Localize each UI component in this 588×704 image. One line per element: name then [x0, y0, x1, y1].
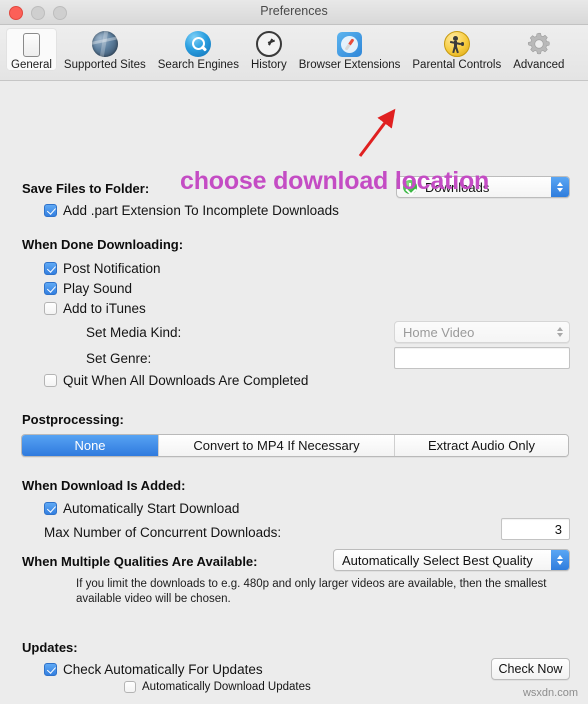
checkbox-box [44, 302, 57, 315]
tab-supported-sites[interactable]: Supported Sites [59, 28, 151, 71]
compass-puzzle-icon [336, 30, 364, 58]
quality-help-line-1: If you limit the downloads to e.g. 480p … [76, 578, 547, 590]
tab-search-engines-label: Search Engines [157, 59, 239, 71]
tab-supported-sites-label: Supported Sites [63, 59, 146, 71]
when-done-heading: When Done Downloading: [22, 237, 184, 252]
checkbox-auto-start-download[interactable]: Automatically Start Download [44, 501, 239, 516]
quality-popup[interactable]: Automatically Select Best Quality [333, 549, 570, 571]
preferences-window: Preferences General Supported Sites Sear… [0, 0, 588, 704]
checkbox-box [44, 374, 57, 387]
media-kind-value: Home Video [403, 324, 475, 340]
document-icon [17, 30, 45, 58]
quality-stepper[interactable] [551, 550, 569, 570]
segment-none[interactable]: None [22, 435, 159, 456]
checkbox-add-to-itunes[interactable]: Add to iTunes [44, 301, 146, 316]
tab-parental-controls-label: Parental Controls [412, 59, 502, 71]
parental-figure-icon [443, 30, 471, 58]
tab-history[interactable]: History [246, 28, 292, 71]
quality-value: Automatically Select Best Quality [342, 552, 533, 568]
checkbox-check-automatically[interactable]: Check Automatically For Updates [44, 662, 263, 677]
checkbox-label: Post Notification [63, 261, 161, 276]
gear-icon [525, 30, 553, 58]
checkbox-label: Play Sound [63, 281, 133, 296]
max-concurrent-input[interactable]: 3 [501, 518, 570, 540]
checkbox-box [44, 282, 57, 295]
tab-advanced-label: Advanced [513, 59, 565, 71]
window-title: Preferences [260, 4, 328, 18]
checkbox-box [44, 204, 57, 217]
checkbox-label: Quit When All Downloads Are Completed [63, 373, 309, 388]
checkbox-box [44, 663, 57, 676]
postprocessing-segmented-control[interactable]: None Convert to MP4 If Necessary Extract… [21, 434, 569, 457]
annotation-arrow-icon [358, 108, 396, 157]
checkbox-auto-download-updates[interactable]: Automatically Download Updates [124, 681, 311, 693]
globe-icon [91, 30, 119, 58]
qualities-heading: When Multiple Qualities Are Available: [22, 554, 258, 569]
checkbox-label: Add to iTunes [63, 301, 146, 316]
tab-history-label: History [250, 59, 287, 71]
updates-heading: Updates: [22, 640, 78, 655]
checkbox-label: Automatically Download Updates [142, 681, 311, 693]
checkbox-play-sound[interactable]: Play Sound [44, 281, 132, 296]
download-added-heading: When Download Is Added: [22, 478, 186, 493]
max-concurrent-label: Max Number of Concurrent Downloads: [44, 525, 282, 540]
genre-input[interactable] [394, 347, 570, 369]
media-kind-stepper[interactable] [551, 322, 569, 342]
checkbox-box [44, 502, 57, 515]
quality-help-line-2: available video will be chosen. [76, 593, 231, 605]
segment-extract-audio[interactable]: Extract Audio Only [395, 435, 568, 456]
check-now-button[interactable]: Check Now [491, 658, 570, 680]
checkbox-label: Automatically Start Download [63, 501, 240, 516]
watermark-text: wsxdn.com [522, 687, 578, 699]
download-folder-stepper[interactable] [551, 177, 569, 197]
max-concurrent-value: 3 [554, 521, 562, 537]
set-genre-label: Set Genre: [86, 351, 152, 366]
checkbox-box [124, 681, 136, 693]
tab-general-label: General [11, 59, 52, 71]
set-media-kind-label: Set Media Kind: [86, 325, 182, 340]
tab-browser-extensions[interactable]: Browser Extensions [294, 28, 406, 71]
checkbox-quit-when-done[interactable]: Quit When All Downloads Are Completed [44, 373, 308, 388]
annotation-text: choose download location [180, 167, 490, 195]
preferences-toolbar: General Supported Sites Search Engines H… [0, 25, 588, 81]
window-titlebar: Preferences [0, 0, 588, 25]
checkbox-label: Add .part Extension To Incomplete Downlo… [63, 203, 339, 218]
tab-general[interactable]: General [6, 28, 57, 71]
tab-search-engines[interactable]: Search Engines [153, 28, 244, 71]
checkbox-add-part-extension[interactable]: Add .part Extension To Incomplete Downlo… [44, 203, 339, 218]
checkbox-post-notification[interactable]: Post Notification [44, 261, 161, 276]
checkbox-label: Check Automatically For Updates [63, 662, 263, 677]
tab-browser-extensions-label: Browser Extensions [298, 59, 401, 71]
postprocessing-heading: Postprocessing: [22, 412, 124, 427]
save-files-heading: Save Files to Folder: [22, 181, 150, 196]
segment-convert-mp4[interactable]: Convert to MP4 If Necessary [159, 435, 395, 456]
tab-advanced[interactable]: Advanced [508, 28, 569, 71]
magnifier-icon [184, 30, 212, 58]
checkbox-box [44, 262, 57, 275]
media-kind-popup[interactable]: Home Video [394, 321, 570, 343]
clock-icon [255, 30, 283, 58]
tab-parental-controls[interactable]: Parental Controls [407, 28, 506, 71]
